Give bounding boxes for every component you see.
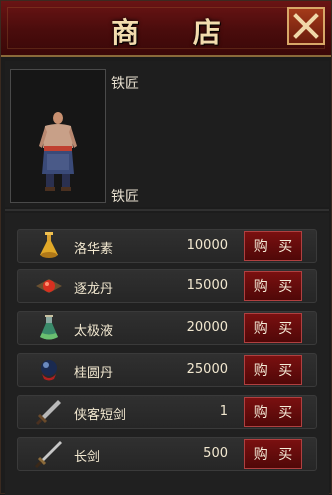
red-orb-pill-icon [36,279,62,293]
green-potion-flask-icon [40,315,58,340]
list-item: 洛华素 10000 购 买 [17,229,317,263]
npc-portrait [10,69,106,203]
dark-orb-pill-icon [41,360,57,381]
divider [5,209,329,211]
item-price: 1 [219,404,228,419]
npc-name-caption: 铁匠 [111,189,139,205]
buy-button[interactable]: 购 买 [244,439,302,469]
close-icon [293,13,319,39]
title-bar: 商 店 [1,1,331,57]
item-price: 25000 [186,362,228,377]
close-button[interactable] [287,7,325,45]
buy-button[interactable]: 购 买 [244,397,302,427]
item-price: 10000 [186,238,228,253]
short-sword-icon [35,400,61,426]
item-price: 500 [203,446,228,461]
list-item: 太极液 20000 购 买 [17,311,317,345]
item-name: 侠客短剑 [74,408,127,423]
item-name: 太极液 [74,324,114,339]
blacksmith-figure-icon [39,112,77,191]
buy-button[interactable]: 购 买 [244,231,302,261]
item-price: 20000 [186,320,228,335]
window-title: 商 店 [111,16,243,49]
npc-panel: 铁匠 铁匠 [5,61,329,207]
item-name: 洛华素 [74,242,114,257]
list-item: 桂圆丹 25000 购 买 [17,353,317,387]
item-name: 桂圆丹 [74,366,114,381]
npc-name: 铁匠 [111,76,139,92]
long-sword-icon [34,441,62,469]
list-item: 侠客短剑 1 购 买 [17,395,317,429]
gold-flask-icon [40,232,58,258]
item-name: 逐龙丹 [74,282,114,297]
list-item: 长剑 500 购 买 [17,437,317,471]
buy-button[interactable]: 购 买 [244,271,302,301]
item-list: 洛华素 10000 购 买 逐龙丹 15000 购 买 太极液 20000 购 … [5,213,329,495]
buy-button[interactable]: 购 买 [244,313,302,343]
shop-window: 商 店 铁匠 铁匠 洛华素 10000 购 买 逐龙丹 15000 购 买 太极… [0,0,332,495]
list-item: 逐龙丹 15000 购 买 [17,269,317,303]
item-price: 15000 [186,278,228,293]
buy-button[interactable]: 购 买 [244,355,302,385]
item-name: 长剑 [74,450,101,465]
